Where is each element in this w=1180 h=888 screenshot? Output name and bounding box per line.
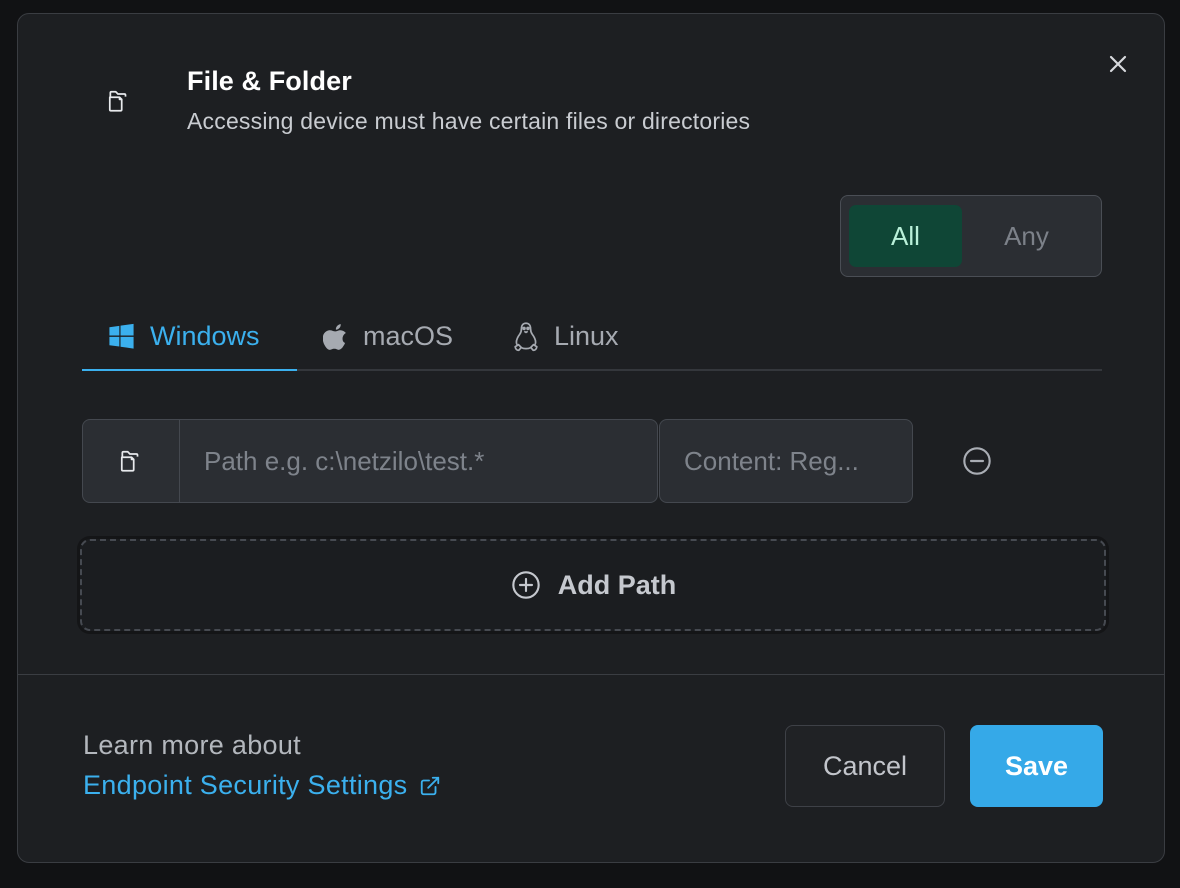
- link-label: Endpoint Security Settings: [83, 770, 408, 800]
- close-icon: [1109, 55, 1127, 73]
- files-icon: [120, 450, 139, 472]
- path-type-selector[interactable]: [82, 419, 180, 503]
- tab-windows-label: Windows: [150, 321, 260, 351]
- tab-macos-label: macOS: [363, 321, 454, 351]
- minus-circle-icon: [963, 447, 991, 475]
- add-path-button[interactable]: Add Path: [80, 539, 1106, 631]
- windows-icon: [107, 322, 136, 351]
- add-path-label: Add Path: [557, 569, 677, 600]
- match-mode-toggle: All Any: [840, 195, 1102, 277]
- tab-linux-label: Linux: [554, 321, 619, 351]
- cancel-button[interactable]: Cancel: [785, 725, 945, 807]
- plus-circle-icon: [510, 569, 542, 601]
- tab-macos[interactable]: macOS: [323, 304, 453, 369]
- dialog-title: File & Folder: [187, 66, 352, 96]
- learn-more-text: Learn more about: [83, 730, 301, 760]
- tab-linux[interactable]: Linux: [512, 304, 619, 369]
- path-input[interactable]: [179, 419, 658, 503]
- footer-divider: [18, 674, 1164, 675]
- external-link-icon: [419, 775, 441, 797]
- file-folder-dialog: File & Folder Accessing device must have…: [17, 13, 1165, 863]
- remove-path-button[interactable]: [957, 441, 997, 481]
- save-button[interactable]: Save: [970, 725, 1103, 807]
- files-icon: [88, 70, 150, 132]
- dialog-subtitle: Accessing device must have certain files…: [187, 108, 751, 134]
- content-regex-input[interactable]: [659, 419, 913, 503]
- active-tab-indicator: [82, 369, 297, 371]
- toggle-option-any[interactable]: Any: [970, 205, 1083, 267]
- os-tabs: Windows macOS Linux: [82, 304, 1102, 371]
- close-button[interactable]: [1102, 48, 1134, 80]
- endpoint-security-settings-link[interactable]: Endpoint Security Settings: [83, 770, 441, 801]
- path-entry-row: [82, 419, 913, 503]
- tab-windows[interactable]: Windows: [107, 304, 260, 369]
- toggle-option-all[interactable]: All: [849, 205, 962, 267]
- apple-icon: [323, 323, 349, 351]
- linux-icon: [512, 321, 540, 353]
